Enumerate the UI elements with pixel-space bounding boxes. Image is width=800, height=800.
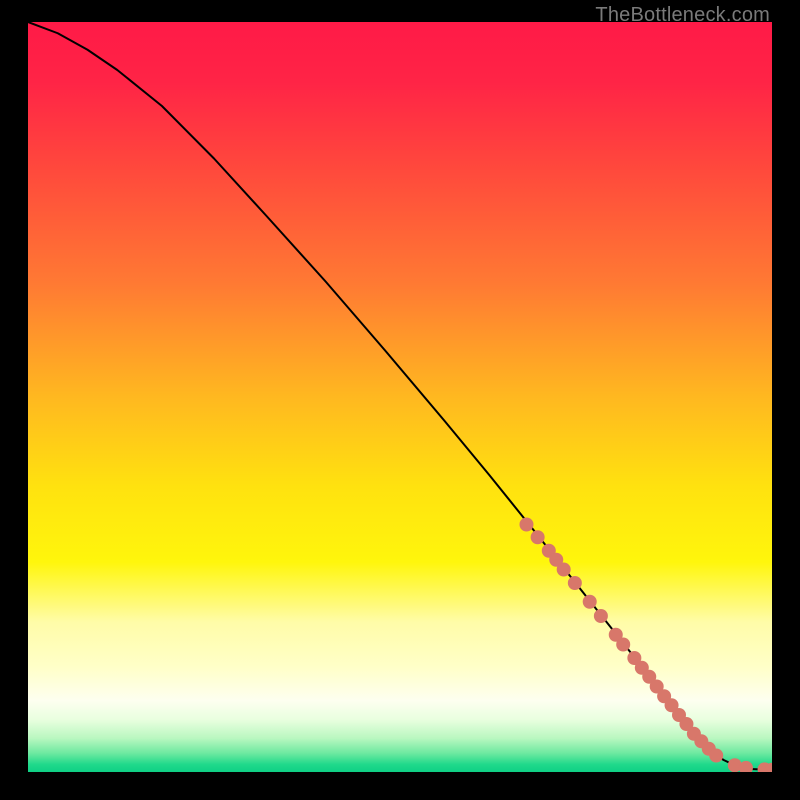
data-point [594, 609, 608, 623]
data-point [531, 530, 545, 544]
data-point [557, 563, 571, 577]
plot-area [28, 22, 772, 772]
gradient-background [28, 22, 772, 772]
chart-stage: TheBottleneck.com [0, 0, 800, 800]
chart-svg [28, 22, 772, 772]
data-point [583, 595, 597, 609]
data-point [568, 576, 582, 590]
data-point [616, 638, 630, 652]
data-point [709, 749, 723, 763]
data-point [519, 518, 533, 532]
